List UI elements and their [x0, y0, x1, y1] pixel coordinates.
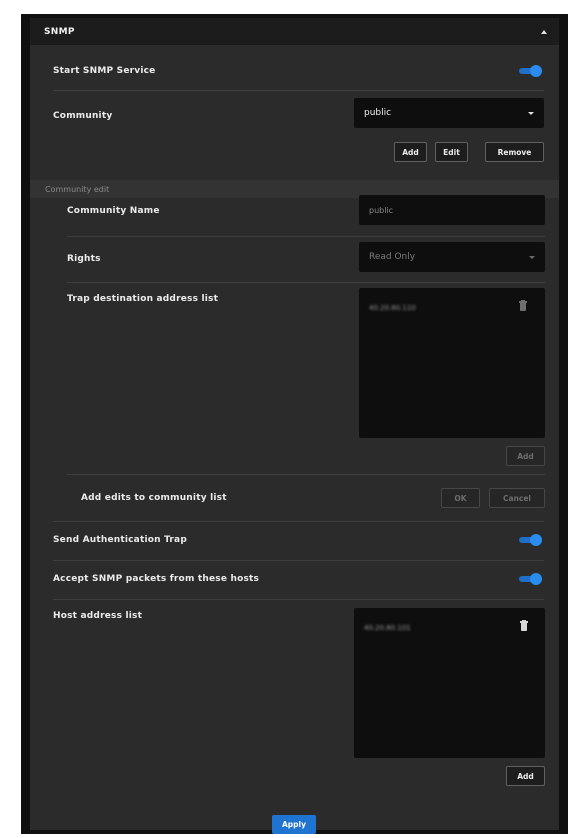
trash-icon[interactable]	[519, 300, 527, 311]
host-address-list[interactable]: 40.20.80.101	[354, 608, 545, 758]
divider	[53, 560, 544, 561]
rights-label: Rights	[67, 254, 101, 264]
host-add-button[interactable]: Add	[506, 766, 545, 786]
ok-button[interactable]: OK	[441, 488, 480, 508]
community-name-value: public	[369, 205, 394, 215]
accept-hosts-toggle[interactable]	[519, 573, 542, 585]
snmp-panel: SNMP Start SNMP Service Community public…	[30, 18, 559, 834]
divider	[53, 90, 544, 91]
community-select-value: public	[364, 108, 392, 118]
add-edits-label: Add edits to community list	[81, 493, 227, 503]
toggle-knob	[530, 573, 542, 585]
send-auth-trap-label: Send Authentication Trap	[53, 535, 187, 545]
community-name-input[interactable]: public	[359, 195, 545, 225]
toggle-knob	[530, 534, 542, 546]
start-snmp-service-label: Start SNMP Service	[53, 66, 156, 76]
divider	[67, 236, 545, 237]
chevron-down-icon	[529, 255, 535, 259]
cancel-button[interactable]: Cancel	[489, 488, 545, 508]
send-auth-trap-toggle[interactable]	[519, 534, 542, 546]
divider	[53, 599, 544, 600]
list-item[interactable]: 40.20.80.110	[369, 304, 416, 312]
rights-select-value: Read Only	[369, 252, 416, 262]
apply-button[interactable]: Apply	[272, 815, 316, 834]
community-add-button[interactable]: Add	[394, 142, 427, 162]
chevron-up-icon[interactable]	[541, 29, 547, 34]
community-name-label: Community Name	[67, 206, 160, 216]
start-snmp-service-toggle[interactable]	[519, 65, 542, 77]
panel-header[interactable]: SNMP	[30, 18, 559, 45]
panel-title: SNMP	[44, 26, 75, 37]
toggle-knob	[530, 65, 542, 77]
host-address-label: Host address list	[53, 611, 143, 621]
community-remove-button[interactable]: Remove	[485, 142, 544, 162]
accept-hosts-label: Accept SNMP packets from these hosts	[53, 574, 260, 584]
divider	[67, 474, 545, 475]
chevron-down-icon	[528, 111, 534, 115]
trap-add-button[interactable]: Add	[506, 446, 545, 466]
trap-destination-list[interactable]: 40.20.80.110	[359, 288, 545, 438]
divider	[53, 521, 544, 522]
trap-destination-label: Trap destination address list	[67, 294, 219, 304]
section-title: Community edit	[45, 184, 110, 194]
divider	[67, 282, 545, 283]
rights-select[interactable]: Read Only	[359, 242, 545, 272]
community-label: Community	[53, 111, 113, 121]
community-edit-button[interactable]: Edit	[435, 142, 468, 162]
trash-icon[interactable]	[520, 620, 528, 631]
list-item[interactable]: 40.20.80.101	[364, 624, 411, 632]
page-frame: SNMP Start SNMP Service Community public…	[21, 14, 568, 834]
community-select[interactable]: public	[354, 98, 544, 128]
